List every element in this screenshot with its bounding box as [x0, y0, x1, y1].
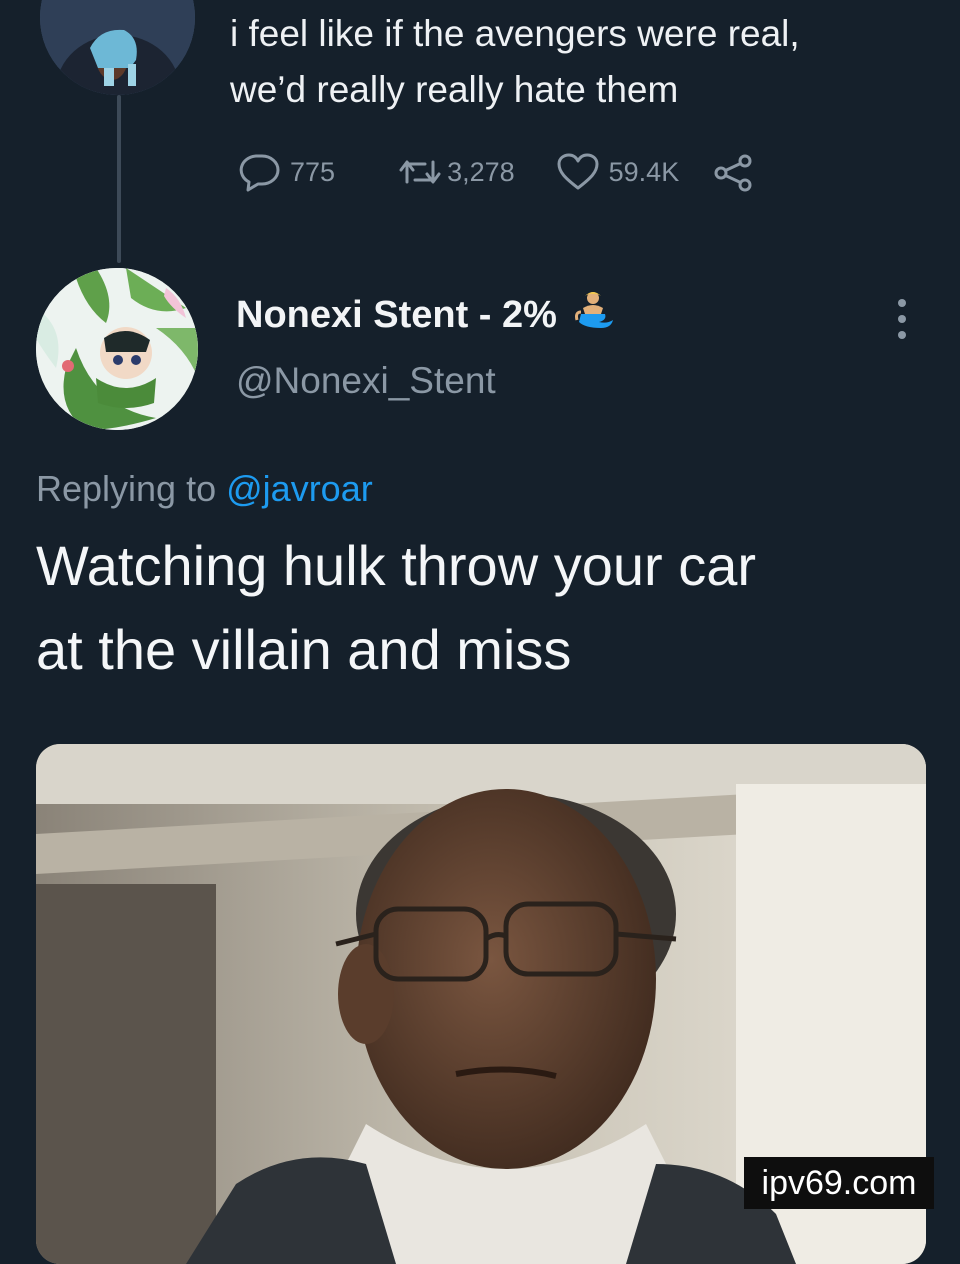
speech-bubble-icon — [239, 154, 280, 192]
retweet-arrows-icon — [399, 160, 441, 184]
replying-to-mention[interactable]: @javroar — [226, 468, 373, 509]
merperson-emoji-icon — [571, 290, 619, 340]
like-button[interactable]: 59.4K — [555, 152, 680, 192]
reply-button[interactable]: 775 — [236, 152, 335, 192]
reply-count: 775 — [290, 156, 336, 187]
retweet-button[interactable]: 3,278 — [397, 152, 515, 192]
share-button[interactable] — [711, 152, 757, 192]
reply-handle[interactable]: @Nonexi_Stent — [236, 360, 496, 402]
more-options-button[interactable] — [888, 296, 916, 342]
reply-tweet-line-2: at the villain and miss — [36, 618, 572, 681]
replying-to-line: Replying to @javroar — [36, 468, 373, 510]
reply-tweet-line-1: Watching hulk throw your car — [36, 534, 756, 597]
retweet-count: 3,278 — [447, 156, 515, 187]
vertical-ellipsis-icon — [898, 299, 906, 339]
parent-avatar-image — [40, 0, 195, 95]
heart-icon — [557, 153, 599, 190]
reply-avatar-image — [36, 268, 198, 430]
like-count: 59.4K — [608, 156, 680, 187]
parent-tweet-text: i feel like if the avengers were real, w… — [230, 6, 940, 118]
display-name-text: Nonexi Stent - 2% — [236, 293, 557, 336]
reply-tweet-text: Watching hulk throw your car at the vill… — [36, 524, 926, 692]
tweet-action-bar: 775 3,278 59.4K — [236, 148, 757, 196]
parent-tweet-line-1: i feel like if the avengers were real, — [230, 13, 800, 54]
parent-tweet-line-2: we’d really really hate them — [230, 69, 679, 110]
watermark-label: ipv69.com — [744, 1157, 934, 1209]
thread-connector-line — [117, 95, 121, 263]
replying-to-prefix: Replying to — [36, 468, 217, 509]
reply-display-name[interactable]: Nonexi Stent - 2% — [236, 290, 619, 340]
parent-avatar[interactable] — [40, 0, 195, 95]
reply-avatar[interactable] — [36, 268, 198, 430]
share-nodes-icon — [714, 154, 752, 192]
